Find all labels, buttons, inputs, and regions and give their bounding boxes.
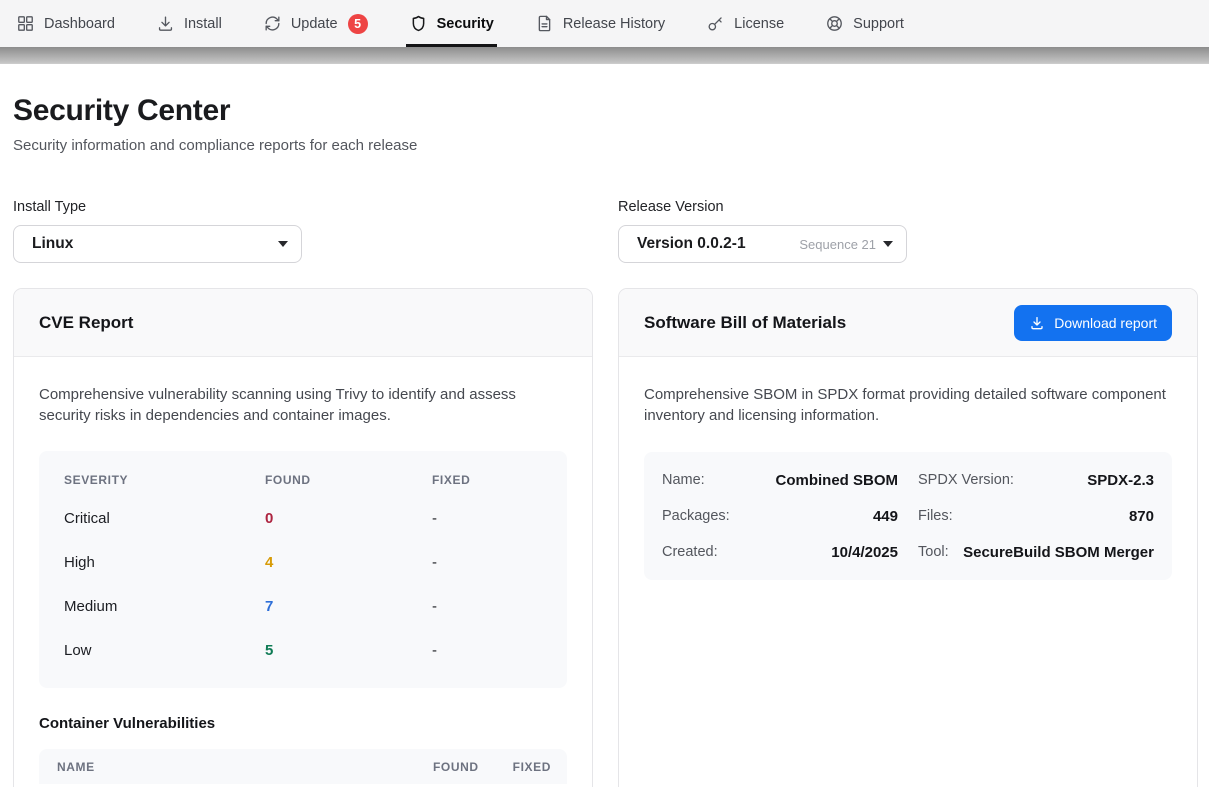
install-type-label: Install Type (13, 199, 593, 215)
nav-item-license[interactable]: License (706, 0, 784, 47)
column-header-found: FOUND (433, 760, 509, 774)
download-report-label: Download report (1054, 315, 1157, 331)
nav-item-dashboard[interactable]: Dashboard (16, 0, 115, 47)
nav-item-update[interactable]: Update 5 (263, 0, 368, 47)
install-type-select[interactable]: Linux (13, 225, 302, 263)
chevron-down-icon (883, 241, 893, 247)
severity-table: SEVERITY FOUND FIXED Critical 0 - High 4… (39, 451, 567, 688)
sbom-info-files: Files: 870 (918, 498, 1154, 534)
update-count-badge: 5 (348, 14, 368, 34)
sbom-info-grid: Name: Combined SBOM SPDX Version: SPDX-2… (644, 452, 1172, 580)
sbom-info-tool: Tool: SecureBuild SBOM Merger (918, 534, 1154, 570)
sbom-card: Software Bill of Materials Download repo… (618, 288, 1198, 787)
sbom-info-spdx-version: SPDX Version: SPDX-2.3 (918, 462, 1154, 498)
nav-label: Dashboard (44, 16, 115, 32)
document-icon (535, 14, 554, 33)
nav-item-release-history[interactable]: Release History (535, 0, 665, 47)
sbom-description: Comprehensive SBOM in SPDX format provid… (644, 384, 1172, 426)
sbom-card-header: Software Bill of Materials Download repo… (619, 289, 1197, 357)
main-content: Security Center Security information and… (0, 94, 1209, 787)
install-type-value: Linux (32, 235, 73, 253)
cve-card-header: CVE Report (14, 289, 592, 357)
nav-label: Install (184, 16, 222, 32)
shield-icon (409, 14, 428, 33)
install-type-filter: Install Type Linux (13, 199, 593, 263)
chevron-down-icon (278, 241, 288, 247)
sequence-label: Sequence 21 (799, 237, 876, 252)
column-header-severity: SEVERITY (64, 473, 265, 487)
column-header-name: NAME (57, 760, 433, 774)
download-icon (1029, 315, 1045, 331)
table-row-critical: Critical 0 - (64, 496, 542, 540)
nav-label: Release History (563, 16, 665, 32)
nav-label: Update (291, 16, 338, 32)
nav-item-install[interactable]: Install (156, 0, 222, 47)
dashboard-grid-icon (16, 14, 35, 33)
table-row-low: Low 5 - (64, 628, 542, 672)
download-report-button[interactable]: Download report (1014, 305, 1172, 341)
cve-description: Comprehensive vulnerability scanning usi… (39, 384, 567, 426)
filters-row: Install Type Linux Release Version Versi… (13, 199, 1196, 263)
key-icon (706, 14, 725, 33)
column-header-found: FOUND (265, 473, 432, 487)
cve-report-card: CVE Report Comprehensive vulnerability s… (13, 288, 593, 787)
nav-label: License (734, 16, 784, 32)
release-version-filter: Release Version Version 0.0.2-1 Sequence… (618, 199, 1198, 263)
nav-item-security[interactable]: Security (409, 0, 494, 47)
top-navigation: Dashboard Install Update 5 Security Rele… (0, 0, 1209, 47)
release-version-select[interactable]: Version 0.0.2-1 Sequence 21 (618, 225, 907, 263)
column-header-fixed: FIXED (509, 760, 551, 774)
column-header-fixed: FIXED (432, 473, 542, 487)
header-shadow-bar (0, 47, 1209, 64)
release-version-label: Release Version (618, 199, 1198, 215)
container-vulnerabilities-title: Container Vulnerabilities (39, 715, 567, 732)
nav-label: Support (853, 16, 904, 32)
page-subtitle: Security information and compliance repo… (13, 137, 1196, 154)
nav-label: Security (437, 16, 494, 32)
severity-table-header: SEVERITY FOUND FIXED (64, 464, 542, 496)
sbom-card-body: Comprehensive SBOM in SPDX format provid… (619, 357, 1197, 605)
table-row-medium: Medium 7 - (64, 584, 542, 628)
download-icon (156, 14, 175, 33)
cve-card-title: CVE Report (39, 313, 133, 333)
sbom-info-name: Name: Combined SBOM (662, 462, 898, 498)
sbom-card-title: Software Bill of Materials (644, 313, 846, 333)
cve-card-body: Comprehensive vulnerability scanning usi… (14, 357, 592, 787)
page-title: Security Center (13, 94, 1196, 128)
sbom-info-packages: Packages: 449 (662, 498, 898, 534)
lifebuoy-icon (825, 14, 844, 33)
sbom-info-created: Created: 10/4/2025 (662, 534, 898, 570)
release-version-value: Version 0.0.2-1 (637, 235, 746, 253)
table-row-high: High 4 - (64, 540, 542, 584)
report-cards: CVE Report Comprehensive vulnerability s… (13, 288, 1196, 787)
refresh-icon (263, 14, 282, 33)
container-table-header: NAME FOUND FIXED (39, 749, 567, 784)
nav-item-support[interactable]: Support (825, 0, 904, 47)
